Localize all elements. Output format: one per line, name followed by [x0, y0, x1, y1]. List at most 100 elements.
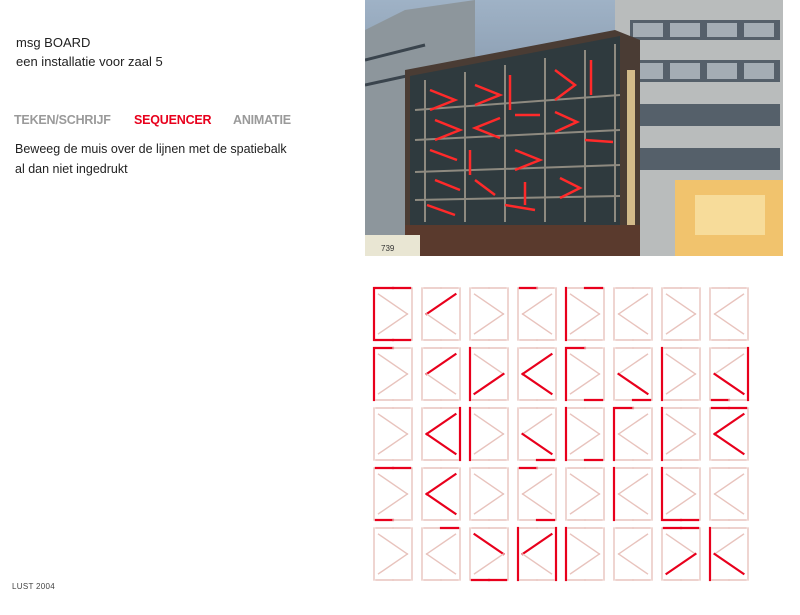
board-line-da2[interactable]: [713, 313, 745, 335]
board-line-da2[interactable]: [617, 372, 649, 396]
board-line-da2[interactable]: [521, 493, 553, 515]
board-cell[interactable]: [564, 346, 605, 402]
board-line-da1[interactable]: [569, 533, 601, 555]
board-line-da1[interactable]: [617, 293, 649, 315]
board-line-da1[interactable]: [665, 293, 697, 315]
board-cell[interactable]: [373, 466, 413, 522]
board-cell[interactable]: [372, 286, 413, 342]
board-line-da1[interactable]: [425, 472, 457, 496]
board-cell[interactable]: [708, 526, 749, 582]
board-line-da1[interactable]: [473, 353, 505, 375]
board-cell[interactable]: [564, 286, 605, 342]
board-line-da1[interactable]: [521, 413, 553, 435]
board-line-da2[interactable]: [425, 553, 457, 575]
board-line-da2[interactable]: [713, 552, 745, 576]
board-cell[interactable]: [709, 467, 749, 521]
board-line-da2[interactable]: [617, 493, 649, 515]
board-line-da2[interactable]: [521, 553, 553, 575]
board-cell[interactable]: [565, 467, 605, 521]
board-cell[interactable]: [516, 526, 558, 582]
board-cell[interactable]: [421, 526, 461, 581]
board-line-da2[interactable]: [665, 313, 697, 335]
board-cell[interactable]: [661, 526, 701, 581]
board-line-da1[interactable]: [713, 473, 745, 495]
board-line-da2[interactable]: [569, 433, 601, 455]
board-line-da1[interactable]: [617, 533, 649, 555]
board-line-da1[interactable]: [569, 413, 601, 435]
board-line-da1[interactable]: [617, 353, 649, 375]
board-line-da1[interactable]: [569, 473, 601, 495]
board-cell[interactable]: [468, 406, 509, 462]
board-line-da2[interactable]: [521, 372, 553, 396]
board-line-da1[interactable]: [617, 413, 649, 435]
nav-animatie[interactable]: ANIMATIE: [233, 113, 291, 127]
board-cell[interactable]: [612, 466, 653, 522]
board-line-da1[interactable]: [473, 532, 505, 556]
board-line-da2[interactable]: [617, 553, 649, 575]
board-line-da1[interactable]: [377, 293, 409, 315]
board-line-da2[interactable]: [665, 373, 697, 395]
board-cell[interactable]: [372, 346, 413, 402]
board-cell[interactable]: [517, 286, 557, 341]
board-line-da1[interactable]: [521, 352, 553, 376]
board-line-da2[interactable]: [569, 313, 601, 335]
board-line-da2[interactable]: [377, 373, 409, 395]
board-cell[interactable]: [469, 527, 509, 582]
board-line-da1[interactable]: [473, 413, 505, 435]
board-cell[interactable]: [373, 407, 413, 461]
board-line-da2[interactable]: [617, 313, 649, 335]
board-line-da1[interactable]: [377, 533, 409, 555]
board-line-da2[interactable]: [521, 432, 553, 456]
board-line-da1[interactable]: [665, 413, 697, 435]
board-line-da2[interactable]: [377, 493, 409, 515]
board-cell[interactable]: [373, 527, 413, 581]
board-cell[interactable]: [564, 406, 605, 462]
board-cell[interactable]: [661, 287, 701, 341]
board-cell[interactable]: [421, 467, 461, 521]
board-line-da2[interactable]: [425, 432, 457, 456]
board-line-da2[interactable]: [617, 433, 649, 455]
board-cell[interactable]: [469, 467, 509, 521]
board-cell[interactable]: [709, 287, 749, 341]
board-line-da2[interactable]: [425, 313, 457, 335]
board-line-da1[interactable]: [713, 293, 745, 315]
board-line-da2[interactable]: [665, 493, 697, 515]
board-line-da2[interactable]: [425, 373, 457, 395]
board-line-da1[interactable]: [425, 533, 457, 555]
board-line-da1[interactable]: [569, 353, 601, 375]
board-line-da1[interactable]: [521, 293, 553, 315]
board-line-da2[interactable]: [713, 493, 745, 515]
board-cell[interactable]: [468, 346, 509, 402]
board-cell[interactable]: [660, 346, 701, 402]
board-cell[interactable]: [517, 407, 557, 462]
nav-teken-schrijf[interactable]: TEKEN/SCHRIJF: [14, 113, 111, 127]
board-cell[interactable]: [613, 527, 653, 581]
board-cell[interactable]: [517, 347, 557, 401]
board-line-da2[interactable]: [665, 552, 697, 576]
board-line-da2[interactable]: [569, 553, 601, 575]
board-line-da2[interactable]: [377, 553, 409, 575]
board-line-da2[interactable]: [665, 433, 697, 455]
board-cell[interactable]: [613, 347, 653, 402]
board-line-da2[interactable]: [521, 313, 553, 335]
board-cell[interactable]: [709, 406, 749, 461]
board-line-da2[interactable]: [377, 433, 409, 455]
sequencer-board[interactable]: [360, 280, 760, 590]
board-line-da1[interactable]: [425, 412, 457, 436]
board-line-da2[interactable]: [473, 493, 505, 515]
board-cell[interactable]: [469, 287, 509, 341]
board-line-da2[interactable]: [377, 313, 409, 335]
board-cell[interactable]: [660, 466, 701, 522]
board-cell[interactable]: [517, 466, 557, 522]
board-cell[interactable]: [564, 526, 605, 582]
board-line-da1[interactable]: [665, 473, 697, 495]
board-cell[interactable]: [421, 347, 461, 401]
board-line-da1[interactable]: [473, 293, 505, 315]
board-line-da1[interactable]: [473, 473, 505, 495]
nav-sequencer[interactable]: SEQUENCER: [134, 113, 212, 127]
board-line-da1[interactable]: [569, 293, 601, 315]
board-line-da2[interactable]: [569, 373, 601, 395]
board-line-da1[interactable]: [425, 352, 457, 376]
board-cell[interactable]: [709, 346, 750, 402]
board-line-da1[interactable]: [377, 353, 409, 375]
